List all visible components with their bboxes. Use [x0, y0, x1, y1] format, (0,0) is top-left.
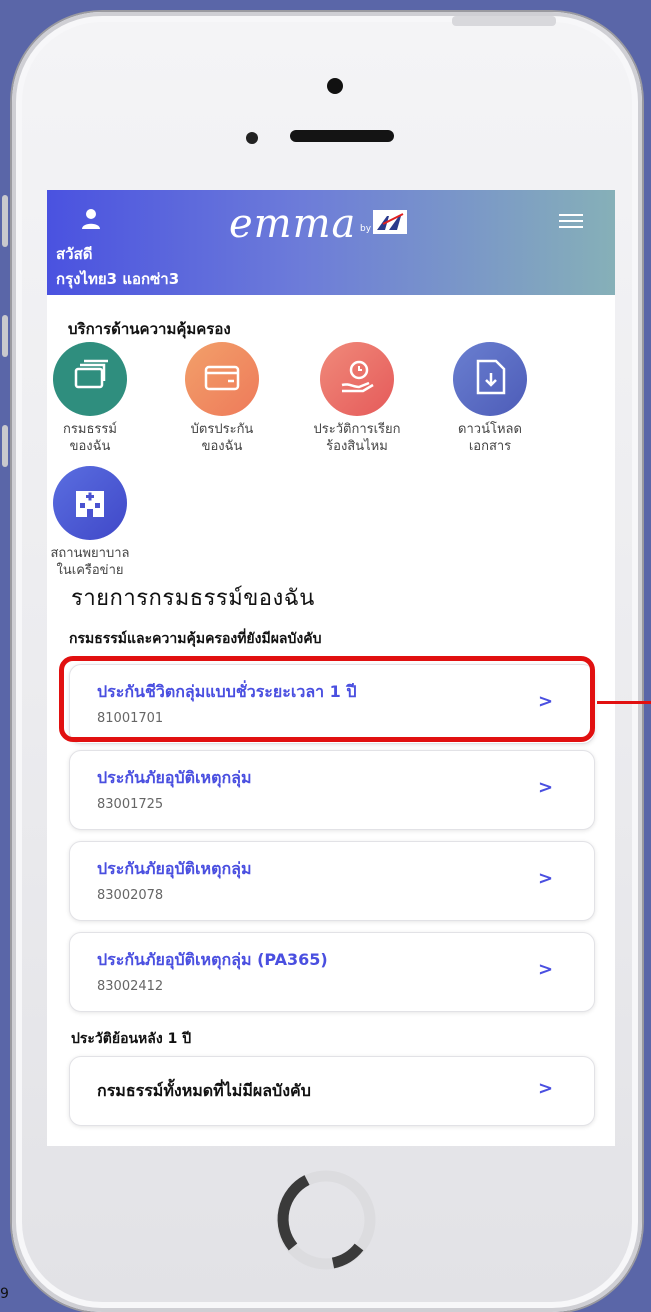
services-title: บริการด้านความคุ้มครอง [68, 320, 231, 338]
chevron-right-icon: > [538, 959, 554, 980]
earpiece-speaker [290, 130, 394, 142]
service-label-line1: ประวัติการเรียก [313, 422, 401, 437]
my-policies-title: รายการกรมธรรม์ของฉัน [71, 586, 315, 611]
logo-by-text: by [360, 224, 372, 234]
policy-name: ประกันภัยอุบัติเหตุกลุ่ม [97, 859, 252, 878]
service-my-policies[interactable]: กรมธรรม์ของฉัน [47, 342, 145, 455]
front-camera [327, 78, 343, 94]
policy-card[interactable]: ประกันภัยอุบัติเหตุกลุ่ม (PA365) 8300241… [69, 932, 595, 1012]
claim-history-icon [320, 342, 394, 416]
policy-number: 83002078 [97, 888, 164, 903]
service-label-line1: ดาวน์โหลด [458, 422, 522, 437]
volume-down-button [2, 425, 8, 467]
page-number: 9 [0, 1286, 9, 1302]
policy-number: 83001725 [97, 797, 164, 812]
service-label-line2: เอกสาร [468, 439, 512, 454]
inactive-policies-card[interactable]: กรมธรรม์ทั้งหมดที่ไม่มีผลบังคับ > [69, 1056, 595, 1126]
policy-name: ประกันภัยอุบัติเหตุกลุ่ม [97, 768, 252, 787]
proximity-sensor [246, 132, 258, 144]
inactive-policies-label: กรมธรรม์ทั้งหมดที่ไม่มีผลบังคับ [97, 1081, 311, 1100]
highlight-pointer-line [597, 701, 651, 704]
service-label-line1: สถานพยาบาล [50, 546, 130, 561]
volume-up-button [2, 315, 8, 357]
service-label-line2: ของฉัน [201, 439, 243, 454]
service-label-line2: ในเครือข่าย [56, 563, 124, 578]
home-button-loading-icon[interactable] [271, 1165, 381, 1275]
hospital-icon [53, 466, 127, 540]
app-header: emma by สวัสดี กรุงไทย3 แอกซ่า3 [47, 190, 615, 295]
policy-card[interactable]: ประกันภัยอุบัติเหตุกลุ่ม 83002078 > [69, 841, 595, 921]
history-title: ประวัติย้อนหลัง 1 ปี [71, 1031, 192, 1047]
highlight-box [59, 656, 595, 742]
policy-number: 83002412 [97, 979, 164, 994]
service-my-insurance-card[interactable]: บัตรประกันของฉัน [167, 342, 277, 455]
service-network-hospitals[interactable]: สถานพยาบาลในเครือข่าย [47, 466, 145, 579]
service-label-line1: กรมธรรม์ [63, 422, 117, 437]
service-claim-history[interactable]: ประวัติการเรียกร้องสินไหม [302, 342, 412, 455]
user-name: กรุงไทย3 แอกซ่า3 [56, 270, 180, 288]
emma-logo: emma [229, 201, 357, 247]
axa-logo [373, 210, 407, 234]
policy-cards-icon [53, 342, 127, 416]
power-button [452, 16, 556, 26]
user-icon[interactable] [81, 208, 101, 230]
policy-card[interactable]: ประกันภัยอุบัติเหตุกลุ่ม 83001725 > [69, 750, 595, 830]
chevron-right-icon: > [538, 777, 554, 798]
service-download-documents[interactable]: ดาวน์โหลดเอกสาร [435, 342, 545, 455]
download-document-icon [453, 342, 527, 416]
insurance-card-icon [185, 342, 259, 416]
hamburger-menu-icon[interactable] [559, 214, 583, 228]
chevron-right-icon: > [538, 868, 554, 889]
greeting-text: สวัสดี [56, 245, 93, 263]
mute-switch [2, 195, 8, 247]
active-policies-subtitle: กรมธรรม์และความคุ้มครองที่ยังมีผลบังคับ [69, 631, 322, 647]
service-label-line1: บัตรประกัน [190, 422, 254, 437]
chevron-right-icon: > [538, 1078, 554, 1099]
service-label-line2: ของฉัน [69, 439, 111, 454]
service-label-line2: ร้องสินไหม [326, 439, 388, 454]
policy-name: ประกันภัยอุบัติเหตุกลุ่ม (PA365) [97, 950, 328, 969]
